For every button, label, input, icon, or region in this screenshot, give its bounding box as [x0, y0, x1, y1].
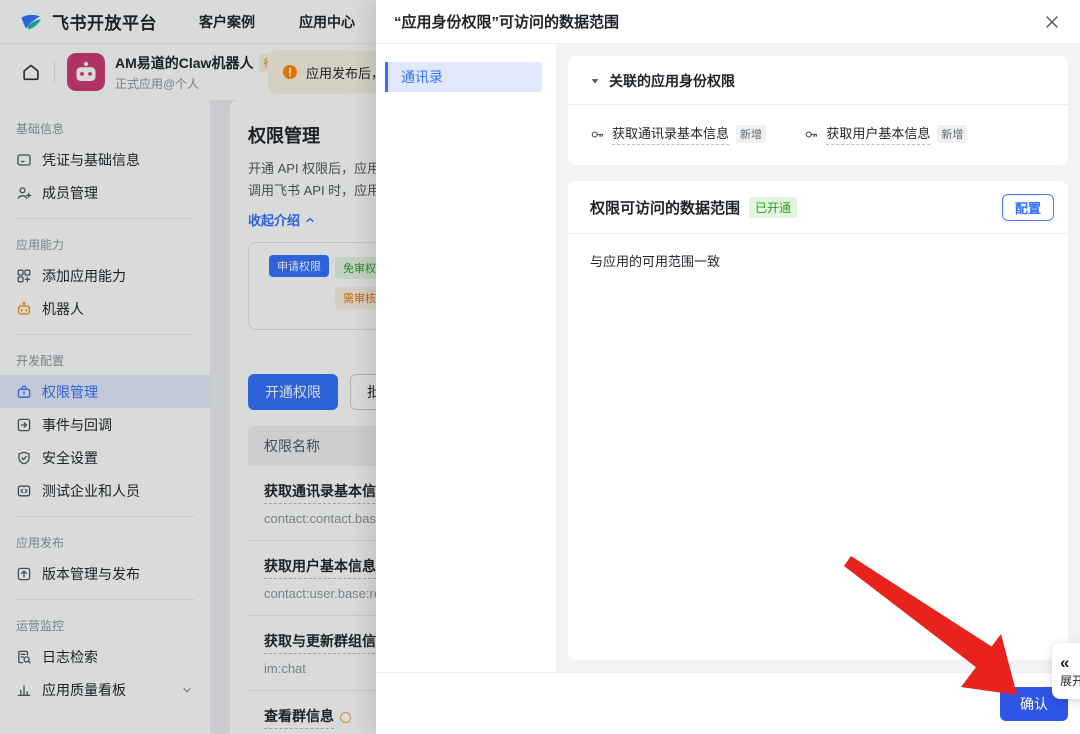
linked-permission-name[interactable]: 获取通讯录基本信息	[612, 123, 729, 145]
linked-permission-item: 获取用户基本信息 新增	[804, 123, 1018, 145]
drawer-header: “应用身份权限”可访问的数据范围	[376, 0, 1080, 44]
drawer-title: “应用身份权限”可访问的数据范围	[394, 11, 619, 32]
linked-permissions-title: 关联的应用身份权限	[609, 71, 735, 91]
data-scope-body: 与应用的可用范围一致	[568, 234, 1068, 287]
data-scope-title: 权限可访问的数据范围	[590, 197, 740, 218]
drawer-body: 通讯录 关联的应用身份权限 获取	[376, 44, 1080, 672]
drawer-content: 关联的应用身份权限 获取通讯录基本信息 新增	[556, 44, 1080, 672]
linked-permissions-header[interactable]: 关联的应用身份权限	[568, 56, 1068, 105]
data-scope-header: 权限可访问的数据范围 已开通 配置	[568, 181, 1068, 234]
key-icon	[804, 127, 819, 142]
enabled-badge: 已开通	[749, 197, 797, 218]
drawer-tabs: 通讯录	[376, 44, 556, 672]
screen: 飞书开放平台 客户案例 应用中心 开发文档	[0, 0, 1080, 734]
new-badge: 新增	[736, 125, 766, 143]
new-badge: 新增	[937, 125, 967, 143]
expand-label: 展开	[1060, 672, 1080, 689]
tab-contacts[interactable]: 通讯录	[385, 62, 542, 92]
linked-permissions-list: 获取通讯录基本信息 新增 获取用户基本信息 新增	[568, 105, 1068, 165]
data-scope-drawer: “应用身份权限”可访问的数据范围 通讯录 关联的应用身份权限	[376, 0, 1080, 734]
double-chevron-left-icon: «	[1060, 654, 1069, 671]
linked-permission-name[interactable]: 获取用户基本信息	[826, 123, 930, 145]
drawer-footer: 确认	[376, 672, 1080, 734]
linked-permission-item: 获取通讯录基本信息 新增	[590, 123, 804, 145]
data-scope-card: 权限可访问的数据范围 已开通 配置 与应用的可用范围一致	[568, 181, 1068, 660]
expand-widget[interactable]: « 展开	[1052, 643, 1080, 699]
close-button[interactable]	[1044, 14, 1060, 30]
linked-permissions-card: 关联的应用身份权限 获取通讯录基本信息 新增	[568, 56, 1068, 165]
config-button[interactable]: 配置	[1002, 194, 1054, 221]
caret-down-icon	[590, 76, 600, 86]
key-icon	[590, 127, 605, 142]
